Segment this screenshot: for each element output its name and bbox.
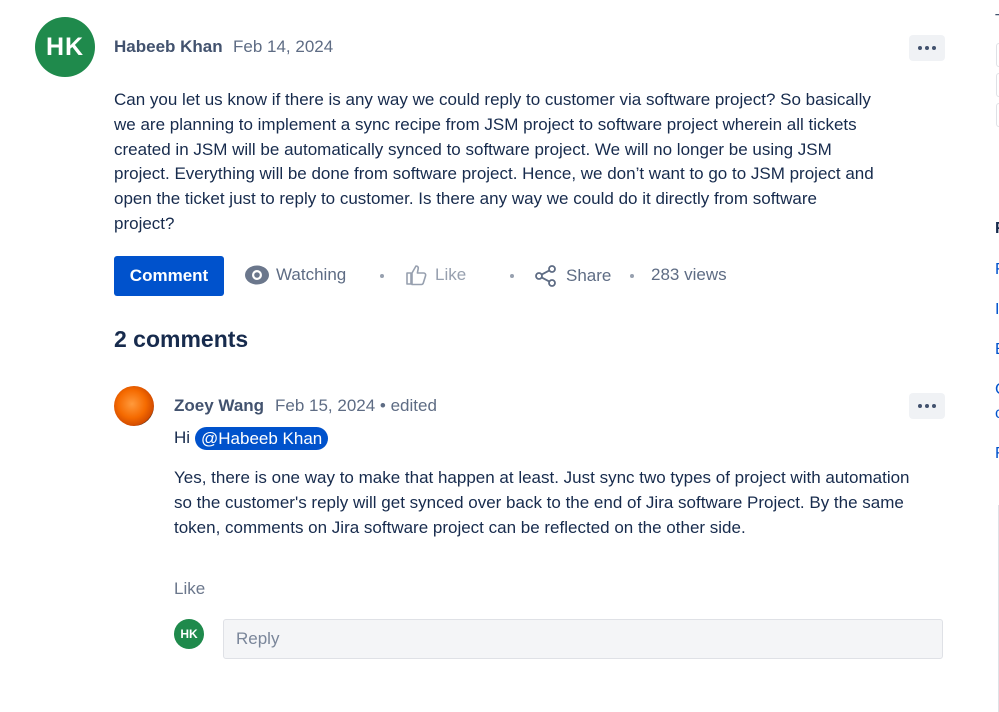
comment-button[interactable]: Comment bbox=[114, 256, 224, 296]
sidebar-fragment: T bbox=[995, 12, 999, 30]
dot-icon bbox=[918, 46, 922, 50]
reply-input[interactable] bbox=[223, 619, 943, 659]
user-mention[interactable]: @Habeeb Khan bbox=[195, 427, 329, 450]
comment-author-name[interactable]: Zoey Wang bbox=[174, 396, 264, 416]
comment-body: Yes, there is one way to make that happe… bbox=[174, 468, 910, 537]
like-post-button[interactable]: Like bbox=[405, 264, 466, 286]
eye-icon bbox=[245, 265, 269, 285]
post-more-options-button[interactable] bbox=[909, 35, 945, 61]
dot-icon bbox=[932, 404, 936, 408]
comments-heading: 2 comments bbox=[114, 326, 249, 352]
thumbs-up-icon bbox=[406, 265, 427, 286]
share-label: Share bbox=[566, 266, 612, 285]
right-sidebar: T F F I E C c F bbox=[986, 0, 999, 712]
dot-icon bbox=[925, 46, 929, 50]
separator-dot bbox=[380, 274, 384, 278]
comment-like-link[interactable]: Like bbox=[174, 579, 205, 599]
separator-dot bbox=[630, 274, 634, 278]
sidebar-heading-fragment: F bbox=[995, 220, 999, 238]
separator-dot bbox=[510, 274, 514, 278]
dot-icon bbox=[925, 404, 929, 408]
share-button[interactable]: Share bbox=[534, 264, 611, 288]
post-body: Can you let us know if there is any way … bbox=[114, 90, 874, 233]
current-user-avatar: HK bbox=[174, 619, 204, 649]
comment-date: Feb 15, 2024 • edited bbox=[275, 396, 437, 415]
post-author-name[interactable]: Habeeb Khan bbox=[114, 37, 223, 57]
watching-label: Watching bbox=[276, 265, 347, 284]
comment-greeting: Hi bbox=[174, 428, 191, 447]
dot-icon bbox=[918, 404, 922, 408]
author-avatar[interactable]: HK bbox=[35, 17, 95, 77]
commenter-avatar[interactable] bbox=[114, 386, 154, 426]
comment-more-options-button[interactable] bbox=[909, 393, 945, 419]
sidebar-link-fragment[interactable]: F bbox=[995, 445, 999, 463]
sidebar-link-fragment[interactable]: I bbox=[995, 301, 999, 319]
share-icon bbox=[535, 265, 556, 287]
dot-icon bbox=[932, 46, 936, 50]
sidebar-link-fragment[interactable]: E bbox=[995, 341, 999, 359]
watching-button[interactable]: Watching bbox=[244, 264, 346, 286]
views-count: 283 views bbox=[651, 265, 727, 284]
sidebar-link-fragment[interactable]: c bbox=[995, 405, 999, 423]
sidebar-link-fragment[interactable]: F bbox=[995, 261, 999, 279]
sidebar-link-fragment[interactable]: C bbox=[995, 381, 999, 399]
post-date: Feb 14, 2024 bbox=[233, 37, 334, 56]
like-label: Like bbox=[435, 265, 467, 284]
